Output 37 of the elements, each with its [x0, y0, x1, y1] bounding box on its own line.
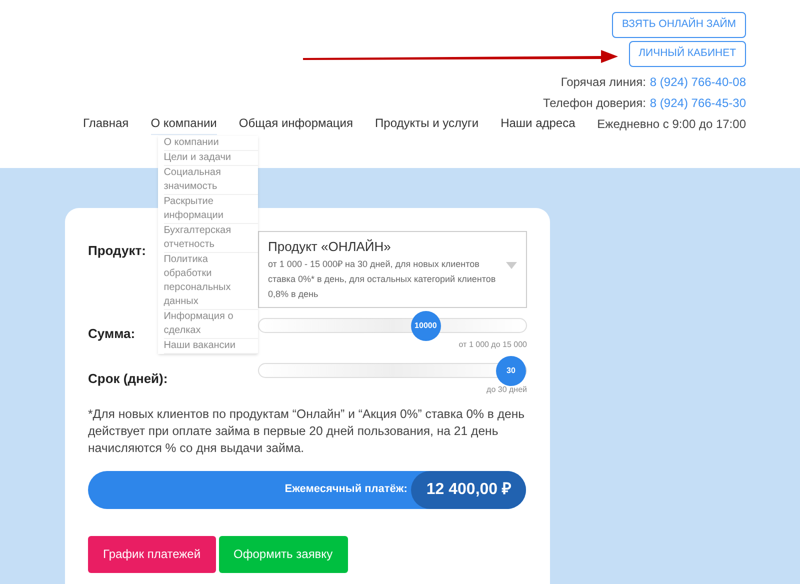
field-label: Сумма: — [88, 326, 136, 340]
payment-amount: 12 400,00 ₽ — [411, 470, 526, 508]
product-select[interactable]: Продукт «ОНЛАЙН» от 1 000 - 15 000₽ на 30 дней, для новых клиентов ставка 0%* в день, для остальных категорий клиентов 0,8% в день — [258, 231, 527, 308]
field-label: Срок (дней): — [88, 370, 168, 386]
product-title: Продукт «ОНЛАЙН» — [268, 238, 392, 256]
phone-link[interactable]: 8 (924) 766-40-08 — [650, 72, 746, 93]
payment-label: Ежемесячный платёж: — [284, 482, 408, 498]
nav-link[interactable]: Наши адреса — [500, 116, 576, 134]
slider-thumb[interactable]: 30 — [496, 356, 526, 386]
header-button[interactable]: ВЗЯТЬ ОНЛАЙН ЗАЙМ — [612, 12, 746, 38]
phone-link[interactable]: 8 (924) 766-45-30 — [650, 93, 746, 114]
dropdown-caret-icon — [506, 262, 517, 269]
dropdown-item[interactable]: Раскрытие информации — [164, 195, 258, 224]
product-description: ставка 0%* в день, для остальных категорий клиентов — [268, 272, 496, 286]
slider-hint: от 1 000 до 15 000 — [458, 338, 527, 350]
field-label: Продукт: — [88, 243, 146, 258]
nav-link[interactable]: Общая информация — [238, 116, 354, 134]
dropdown-item[interactable]: Политика обработки персональных данных — [164, 253, 258, 310]
action-button[interactable]: График платежей — [88, 536, 216, 572]
contact-label: Горячая линия: — [560, 74, 646, 91]
slider-hint: до 30 дней — [486, 384, 527, 396]
product-description: от 1 000 - 15 000₽ на 30 дней, для новых клиентов — [268, 258, 480, 271]
dropdown-item[interactable]: О компании — [164, 136, 258, 151]
slider-thumb[interactable]: 10000 — [410, 310, 441, 340]
dropdown-item[interactable]: Цели и задачи — [164, 151, 258, 166]
dropdown-item[interactable]: Бухгалтерская отчетность — [164, 224, 258, 253]
note-text: *Для новых клиентов по продуктам “Онлайн” и “Акция 0%” ставка 0% в день действует при оплате займа в первые 20 дней пользования, на 21 день начисляются % со дня выдачи займа. — [88, 406, 526, 456]
contact-label: Телефон доверия: — [543, 95, 646, 112]
dropdown-item[interactable]: Социальная значимость — [164, 166, 258, 195]
nav-link[interactable]: О компании — [150, 116, 217, 135]
header-button[interactable]: ЛИЧНЫЙ КАБИНЕТ — [628, 41, 746, 67]
product-description: 0,8% в день — [268, 288, 318, 301]
action-button[interactable]: Оформить заявку — [218, 536, 348, 572]
nav-link[interactable]: Главная — [83, 116, 129, 134]
working-hours: Ежедневно с 9:00 до 17:00 — [597, 116, 746, 133]
nav-link[interactable]: Продукты и услуги — [375, 116, 479, 134]
arrow-icon — [303, 49, 618, 65]
